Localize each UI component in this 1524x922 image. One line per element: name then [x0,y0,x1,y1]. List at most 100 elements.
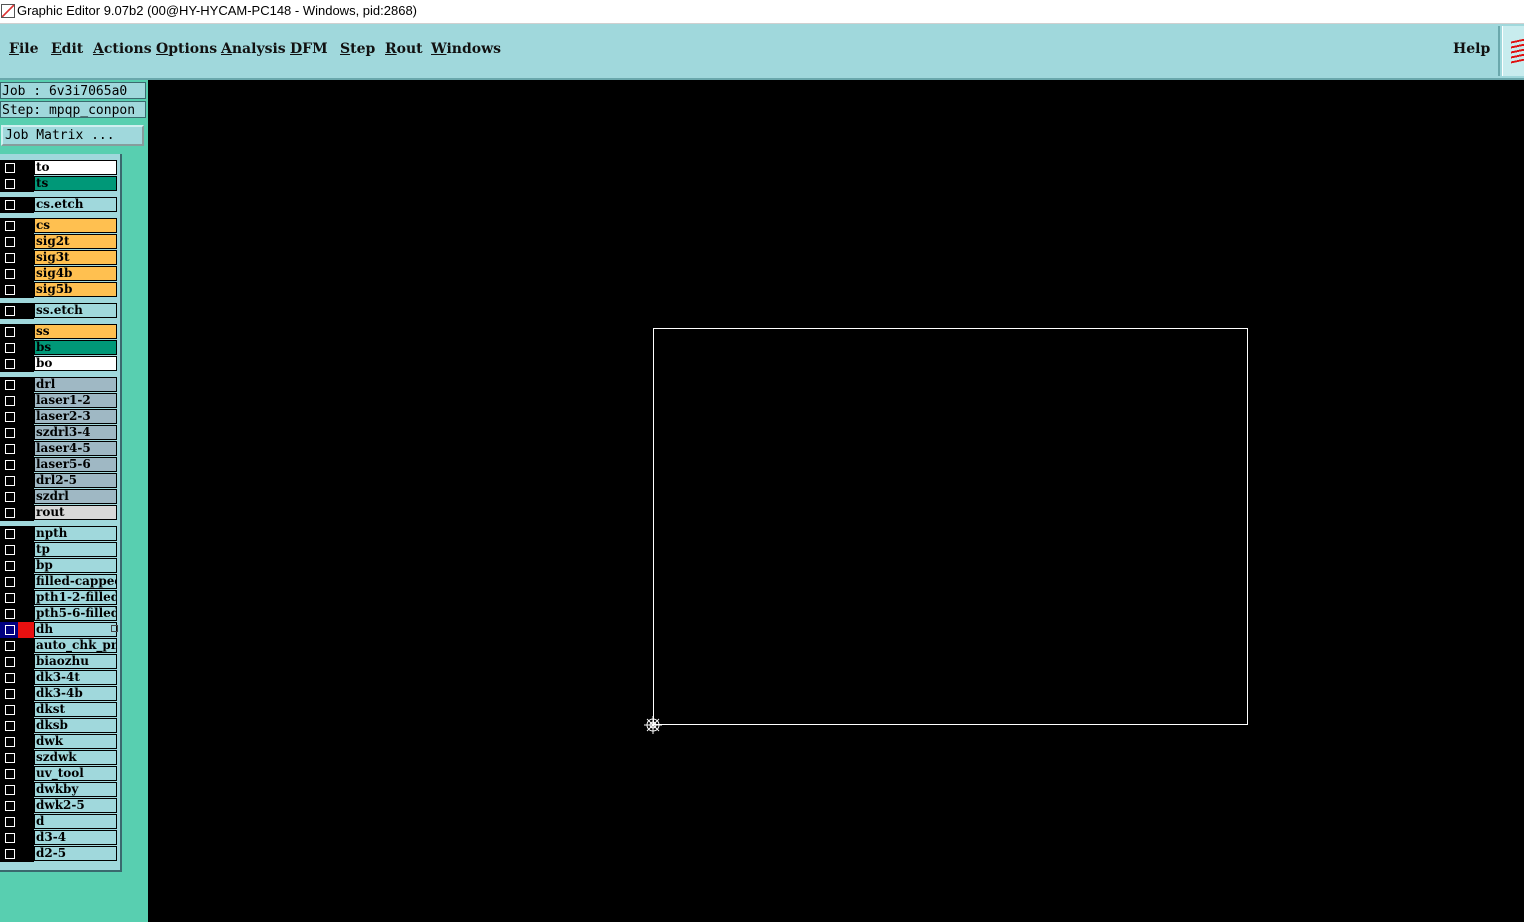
layer-display-checkbox[interactable] [5,657,15,667]
layer-display-cell[interactable] [0,654,18,670]
layer-color-swatch[interactable] [18,250,34,266]
layer-color-swatch[interactable] [18,425,34,441]
layer-display-checkbox[interactable] [5,179,15,189]
layer-color-swatch[interactable] [18,473,34,489]
menu-help[interactable]: Help [1453,41,1490,57]
layer-name[interactable]: uv_tool [34,766,117,781]
layer-display-cell[interactable] [0,489,18,505]
layer-row[interactable]: dk3-4b [0,686,120,702]
layer-color-swatch[interactable] [18,324,34,340]
layer-display-checkbox[interactable] [5,200,15,210]
layer-row[interactable]: auto_chk_pnl [0,638,120,654]
layer-color-swatch[interactable] [18,542,34,558]
layer-display-checkbox[interactable] [5,849,15,859]
layer-display-checkbox[interactable] [5,412,15,422]
menu-actions[interactable]: Actions [93,41,152,57]
layer-display-cell[interactable] [0,441,18,457]
layer-display-checkbox[interactable] [5,705,15,715]
layer-display-cell[interactable] [0,409,18,425]
layer-row[interactable]: ts [0,176,120,192]
layer-row[interactable]: ss.etch [0,303,120,319]
layer-color-swatch[interactable] [18,303,34,319]
layer-row[interactable]: rout [0,505,120,521]
layer-color-swatch[interactable] [18,830,34,846]
layer-name[interactable]: laser2-3 [34,409,117,424]
layer-name[interactable]: laser4-5 [34,441,117,456]
layer-name[interactable]: dk3-4t [34,670,117,685]
layer-row[interactable]: biaozhu [0,654,120,670]
layer-display-checkbox[interactable] [5,689,15,699]
layer-row[interactable]: bo [0,356,120,372]
layer-row[interactable]: dwk2-5 [0,798,120,814]
layer-name[interactable]: drl2-5 [34,473,117,488]
layer-color-swatch[interactable] [18,340,34,356]
layer-name[interactable]: npth [34,526,117,541]
layer-display-checkbox[interactable] [5,327,15,337]
layer-display-cell[interactable] [0,574,18,590]
layer-display-cell[interactable] [0,425,18,441]
layer-color-swatch[interactable] [18,282,34,298]
layer-row[interactable]: pth5-6-filled [0,606,120,622]
layer-name[interactable]: ts [34,176,117,191]
layer-color-swatch[interactable] [18,574,34,590]
layer-row[interactable]: ss [0,324,120,340]
layer-row[interactable]: dwk [0,734,120,750]
layer-row[interactable]: to [0,160,120,176]
layer-display-checkbox[interactable] [5,221,15,231]
layer-name[interactable]: ss.etch [34,303,117,318]
layer-color-swatch[interactable] [18,457,34,473]
layer-row[interactable]: sig4b [0,266,120,282]
graphic-editor-app-icon[interactable] [1,4,15,18]
layer-row[interactable]: npth [0,526,120,542]
layer-name[interactable]: dk3-4b [34,686,117,701]
layer-name[interactable]: drl [34,377,117,392]
layer-display-cell[interactable] [0,356,18,372]
layer-row[interactable]: laser1-2 [0,393,120,409]
layer-name[interactable]: biaozhu [34,654,117,669]
layer-color-swatch[interactable] [18,606,34,622]
layer-name[interactable]: tp [34,542,117,557]
layer-display-checkbox[interactable] [5,285,15,295]
layer-display-cell[interactable] [0,377,18,393]
layer-display-cell[interactable] [0,766,18,782]
layer-name[interactable]: dwk2-5 [34,798,117,813]
layer-row[interactable]: cs.etch [0,197,120,213]
layer-row[interactable]: sig2t [0,234,120,250]
layer-row[interactable]: bp [0,558,120,574]
layer-display-checkbox[interactable] [5,396,15,406]
graphics-canvas[interactable] [150,80,1524,922]
layer-row[interactable]: cs [0,218,120,234]
layer-display-cell[interactable] [0,670,18,686]
layer-row[interactable]: tp [0,542,120,558]
layer-name[interactable]: d2-5 [34,846,117,861]
layer-name[interactable]: sig4b [34,266,117,281]
layer-display-cell[interactable] [0,282,18,298]
layer-display-checkbox[interactable] [5,428,15,438]
layer-color-swatch[interactable] [18,409,34,425]
layer-name[interactable]: dksb [34,718,117,733]
layer-name[interactable]: to [34,160,117,175]
layer-display-cell[interactable] [0,590,18,606]
layer-display-cell[interactable] [0,702,18,718]
job-matrix-button[interactable]: Job Matrix ... [1,125,144,146]
layer-display-checkbox[interactable] [5,237,15,247]
layer-display-checkbox[interactable] [5,833,15,843]
layer-row[interactable]: szdrl3-4 [0,425,120,441]
layer-display-cell[interactable] [0,686,18,702]
layer-row[interactable]: dkst [0,702,120,718]
layer-row[interactable]: laser5-6 [0,457,120,473]
layer-display-checkbox[interactable] [5,460,15,470]
layer-color-swatch[interactable] [18,718,34,734]
layer-name[interactable]: szdwk [34,750,117,765]
layer-row[interactable]: sig3t [0,250,120,266]
layer-display-cell[interactable] [0,814,18,830]
layer-color-swatch[interactable] [18,654,34,670]
layer-display-checkbox[interactable] [5,380,15,390]
layer-color-swatch[interactable] [18,782,34,798]
layer-color-swatch[interactable] [18,160,34,176]
layer-name[interactable]: pth5-6-filled [34,606,117,621]
layer-name[interactable]: ss [34,324,117,339]
layer-name[interactable]: bp [34,558,117,573]
layer-row[interactable]: dksb [0,718,120,734]
layer-display-checkbox[interactable] [5,343,15,353]
